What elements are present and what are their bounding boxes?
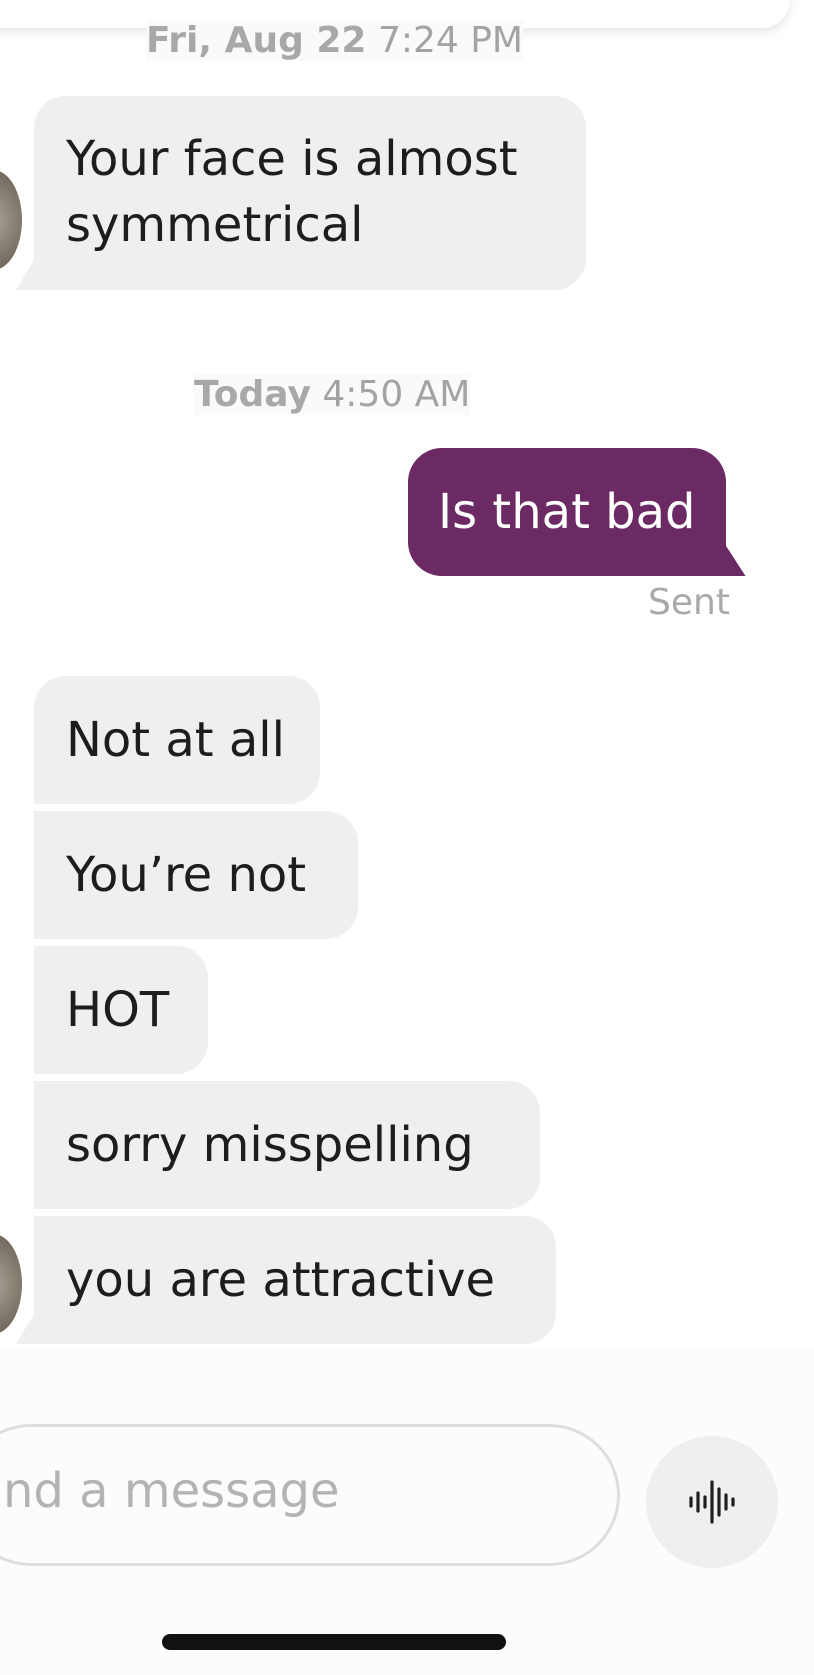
sender-avatar[interactable] — [0, 170, 22, 270]
voice-message-button[interactable] — [646, 1436, 778, 1568]
sender-avatar[interactable] — [0, 1234, 22, 1334]
bubble-tail — [705, 542, 746, 576]
timestamp-divider: Today 4:50 AM — [194, 374, 471, 415]
message-input-placeholder: nd a message — [3, 1463, 340, 1519]
message-text: Not at all — [66, 712, 285, 768]
bubble-tail — [16, 260, 52, 290]
timestamp-day: Fri, Aug 22 — [146, 20, 367, 61]
timestamp-time: 4:50 AM — [322, 374, 471, 415]
incoming-message-bubble[interactable]: Your face is almost symmetrical — [16, 96, 586, 290]
message-text: symmetrical — [66, 197, 364, 253]
incoming-message-bubble[interactable]: HOT — [34, 946, 208, 1074]
message-text: HOT — [66, 982, 170, 1038]
message-text: You’re not — [66, 847, 307, 903]
timestamp-day: Today — [194, 374, 311, 415]
message-thread[interactable]: Fri, Aug 22 7:24 PM Your face is almost … — [0, 0, 814, 1348]
incoming-message-bubble[interactable]: Not at all — [34, 676, 320, 804]
delivery-status: Sent — [648, 582, 730, 623]
outgoing-message-bubble[interactable]: Is that bad — [408, 448, 746, 576]
timestamp-time: 7:24 PM — [377, 20, 523, 61]
bubble-tail — [16, 1314, 52, 1344]
timestamp-divider: Fri, Aug 22 7:24 PM — [146, 20, 523, 61]
home-indicator — [162, 1634, 506, 1650]
message-text: Is that bad — [438, 484, 696, 540]
audio-waveform-icon — [689, 1480, 735, 1524]
incoming-message-bubble[interactable]: sorry misspelling — [34, 1081, 540, 1209]
incoming-message-bubble[interactable]: You’re not — [34, 811, 358, 939]
message-text: Your face is almost — [66, 131, 518, 187]
message-input[interactable]: nd a message — [0, 1424, 620, 1566]
message-text: you are attractive — [66, 1252, 496, 1308]
incoming-message-bubble[interactable]: you are attractive — [16, 1216, 556, 1344]
message-text: sorry misspelling — [66, 1117, 474, 1173]
